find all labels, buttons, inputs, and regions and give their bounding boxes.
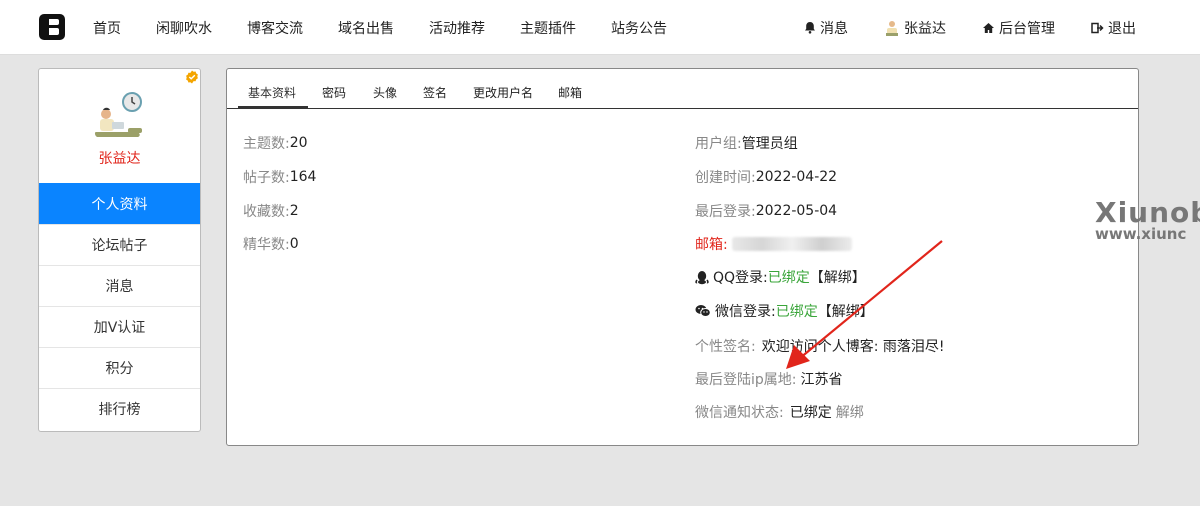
logout-link[interactable]: 退出 <box>1091 18 1136 38</box>
watermark-line2: www.xiunc <box>1095 225 1187 243</box>
nav-announcements[interactable]: 站务公告 <box>611 18 667 38</box>
tab-change-username[interactable]: 更改用户名 <box>473 84 533 101</box>
logout-label: 退出 <box>1108 20 1136 37</box>
profile-sidebar: 张益达 个人资料 论坛帖子 消息 加V认证 积分 排行榜 <box>38 68 201 432</box>
nav-domain[interactable]: 域名出售 <box>338 18 394 38</box>
info-wechat-label: 微信登录: <box>715 304 776 320</box>
admin-label: 后台管理 <box>999 20 1055 37</box>
messages-link[interactable]: 消息 <box>804 18 848 38</box>
nav-chat[interactable]: 闲聊吹水 <box>156 18 212 38</box>
info-email-label: 邮箱: <box>695 237 728 253</box>
tab-password[interactable]: 密码 <box>322 84 346 101</box>
info-created-label: 创建时间: <box>695 170 756 186</box>
bell-icon <box>805 22 815 34</box>
sidebar-item-ranking[interactable]: 排行榜 <box>39 388 200 429</box>
verified-badge-icon <box>186 70 198 84</box>
tab-email[interactable]: 邮箱 <box>558 84 582 101</box>
profile-panel: 基本资料 密码 头像 签名 更改用户名 邮箱 主题数: 20 帖子数: 164 … <box>226 68 1139 446</box>
stat-posts: 帖子数: 164 <box>243 167 316 187</box>
tab-avatar[interactable]: 头像 <box>373 84 397 101</box>
annotation-arrow-icon <box>786 240 943 369</box>
info-group-value: 管理员组 <box>741 136 798 152</box>
stat-favorites-value: 2 <box>289 203 299 219</box>
sidebar-item-verify[interactable]: 加V认证 <box>39 306 200 347</box>
nav-home[interactable]: 首页 <box>93 18 121 38</box>
nav-blog[interactable]: 博客交流 <box>247 18 303 38</box>
stat-threads-label: 主题数: <box>243 136 290 152</box>
stat-posts-label: 帖子数: <box>243 170 290 186</box>
stat-threads: 主题数: 20 <box>243 133 308 153</box>
info-qq-label: QQ登录: <box>713 270 768 286</box>
info-group-label: 用户组: <box>695 136 742 152</box>
wechat-icon <box>695 305 711 317</box>
info-created: 创建时间: 2022-04-22 <box>695 167 837 187</box>
stat-essence-label: 精华数: <box>243 237 290 253</box>
sidebar-menu: 个人资料 论坛帖子 消息 加V认证 积分 排行榜 <box>39 183 200 429</box>
stat-favorites-label: 收藏数: <box>243 204 290 220</box>
sidebar-item-messages[interactable]: 消息 <box>39 265 200 306</box>
messages-label: 消息 <box>820 20 848 37</box>
info-signature-label: 个性签名: <box>695 339 756 355</box>
info-group: 用户组: 管理员组 <box>695 133 798 153</box>
stat-favorites: 收藏数: 2 <box>243 201 299 221</box>
user-nav: 消息 张益达 后台管理 退出 <box>768 0 1136 55</box>
sidebar-username: 张益达 <box>98 151 141 167</box>
sidebar-item-profile[interactable]: 个人资料 <box>39 183 200 224</box>
user-label: 张益达 <box>904 20 946 37</box>
nav-themes[interactable]: 主题插件 <box>520 18 576 38</box>
info-last-login-value: 2022-05-04 <box>755 203 838 219</box>
top-navbar: 首页 闲聊吹水 博客交流 域名出售 活动推荐 主题插件 站务公告 消息 张益达 … <box>0 0 1200 55</box>
tab-signature[interactable]: 签名 <box>423 84 447 101</box>
tab-basic-info[interactable]: 基本资料 <box>248 84 296 101</box>
info-last-login-label: 最后登录: <box>695 204 756 220</box>
main-nav: 首页 闲聊吹水 博客交流 域名出售 活动推荐 主题插件 站务公告 <box>93 0 702 55</box>
user-avatar-icon <box>94 92 142 137</box>
site-logo-icon[interactable] <box>38 13 66 41</box>
info-wechat-notify: 微信通知状态: 已绑定 解绑 <box>695 402 864 422</box>
info-notify-label: 微信通知状态: <box>695 405 784 421</box>
user-avatar-icon <box>886 20 898 36</box>
profile-tabs: 基本资料 密码 头像 签名 更改用户名 邮箱 <box>227 69 1138 109</box>
watermark: Xiunob www.xiunc <box>1095 196 1200 243</box>
stat-essence-value: 0 <box>289 236 299 252</box>
qq-penguin-icon <box>695 270 709 284</box>
sidebar-item-points[interactable]: 积分 <box>39 347 200 388</box>
info-notify-status: 已绑定 <box>789 405 832 421</box>
info-created-value: 2022-04-22 <box>755 169 838 185</box>
stat-posts-value: 164 <box>289 169 317 185</box>
nav-events[interactable]: 活动推荐 <box>429 18 485 38</box>
info-last-login: 最后登录: 2022-05-04 <box>695 201 837 221</box>
active-tab-indicator <box>238 106 308 108</box>
sidebar-item-posts[interactable]: 论坛帖子 <box>39 224 200 265</box>
user-link[interactable]: 张益达 <box>884 18 946 38</box>
admin-link[interactable]: 后台管理 <box>982 18 1055 38</box>
home-icon <box>983 22 994 33</box>
logout-icon <box>1091 22 1104 33</box>
stat-essence: 精华数: 0 <box>243 234 299 254</box>
stat-threads-value: 20 <box>289 135 308 151</box>
notify-unbind-link[interactable]: 解绑 <box>836 402 864 422</box>
